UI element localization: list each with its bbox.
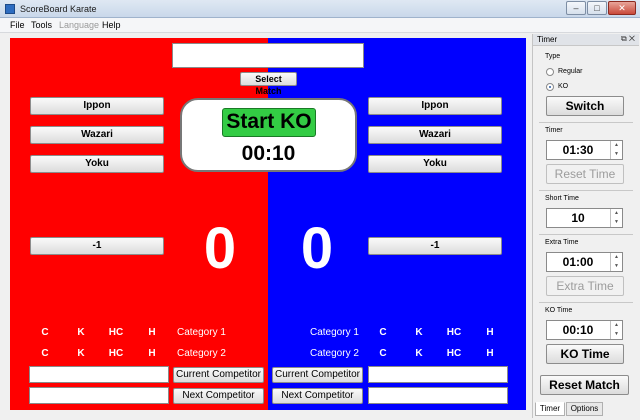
left-wazari-button[interactable]: Wazari [30, 126, 164, 144]
menu-bar: File Tools Language Help [0, 18, 640, 33]
app-icon [5, 4, 15, 14]
left-category-1: Category 1 [177, 327, 226, 338]
menu-help[interactable]: Help [102, 20, 121, 30]
spin-arrows-icon[interactable]: ▲ ▼ [610, 141, 622, 159]
left-penalty-hc-1[interactable]: HC [104, 327, 128, 338]
left-penalty-hc-2[interactable]: HC [104, 348, 128, 359]
left-penalty-c-2[interactable]: C [33, 348, 57, 359]
right-wazari-button[interactable]: Wazari [368, 126, 502, 144]
right-penalty-h-2[interactable]: H [478, 348, 502, 359]
minimize-button[interactable]: – [566, 1, 586, 15]
left-penalty-h-2[interactable]: H [140, 348, 164, 359]
right-penalty-c-2[interactable]: C [371, 348, 395, 359]
ko-time-button[interactable]: KO Time [546, 344, 624, 364]
right-category-2: Category 2 [310, 348, 359, 359]
separator [539, 122, 633, 123]
extra-time-spinbox[interactable]: 01:00 ▲ ▼ [546, 252, 623, 272]
match-name-field[interactable] [172, 43, 364, 68]
scoreboard-arena: Select Match Ippon Wazari Yoku -1 Ippon … [10, 38, 526, 410]
extra-time-value: 01:00 [562, 255, 594, 269]
reset-match-button[interactable]: Reset Match [540, 375, 629, 395]
right-yoku-button[interactable]: Yoku [368, 155, 502, 173]
timer-value: 01:30 [562, 143, 594, 157]
regular-radio-label: Regular [558, 68, 583, 75]
switch-button[interactable]: Switch [546, 96, 624, 116]
ko-time-spinbox[interactable]: 00:10 ▲ ▼ [546, 320, 623, 340]
timer-label: Timer [545, 127, 563, 134]
left-score: 0 [203, 216, 237, 281]
tab-options[interactable]: Options [566, 402, 603, 416]
left-next-competitor-field[interactable] [29, 387, 169, 404]
tab-timer[interactable]: Timer [535, 402, 565, 416]
extra-time-label: Extra Time [545, 239, 579, 246]
right-current-competitor-field[interactable] [368, 366, 508, 383]
short-time-spinbox[interactable]: 10 ▲ ▼ [546, 208, 623, 228]
right-ippon-button[interactable]: Ippon [368, 97, 502, 115]
right-next-competitor-field[interactable] [368, 387, 508, 404]
close-button[interactable]: ✕ [608, 1, 636, 15]
separator [539, 302, 633, 303]
spin-arrows-icon[interactable]: ▲ ▼ [610, 209, 622, 227]
separator [539, 234, 633, 235]
panel-header: Timer ⧉ ✕ [533, 34, 639, 46]
right-penalty-k-1[interactable]: K [407, 327, 431, 338]
menu-file[interactable]: File [10, 20, 25, 30]
left-category-2: Category 2 [177, 348, 226, 359]
timer-display-box: Start KO 00:10 [180, 98, 357, 172]
spin-arrows-icon[interactable]: ▲ ▼ [610, 253, 622, 271]
left-next-competitor-button[interactable]: Next Competitor [173, 388, 264, 404]
left-yoku-button[interactable]: Yoku [30, 155, 164, 173]
right-minus-button[interactable]: -1 [368, 237, 502, 255]
ko-radio-label: KO [558, 83, 569, 90]
start-ko-button[interactable]: Start KO [222, 108, 316, 137]
reset-time-button[interactable]: Reset Time [546, 164, 624, 184]
left-ippon-button[interactable]: Ippon [30, 97, 164, 115]
match-clock: 00:10 [241, 142, 296, 165]
right-category-1: Category 1 [310, 327, 359, 338]
left-current-competitor-field[interactable] [29, 366, 169, 383]
left-current-competitor-button[interactable]: Current Competitor [173, 367, 264, 383]
right-penalty-h-1[interactable]: H [478, 327, 502, 338]
ko-time-label: KO Time [545, 307, 573, 314]
separator [539, 190, 633, 191]
timer-dock-panel: Timer ⧉ ✕ Type Regular KO Switch Timer 0… [532, 34, 639, 418]
extra-time-button[interactable]: Extra Time [546, 276, 624, 296]
window-title: ScoreBoard Karate [20, 4, 97, 14]
timer-spinbox[interactable]: 01:30 ▲ ▼ [546, 140, 623, 160]
panel-float-icon[interactable]: ⧉ ✕ [621, 34, 635, 44]
right-penalty-hc-1[interactable]: HC [442, 327, 466, 338]
right-penalty-c-1[interactable]: C [371, 327, 395, 338]
select-match-button[interactable]: Select Match [240, 72, 297, 96]
right-current-competitor-button[interactable]: Current Competitor [272, 367, 363, 383]
title-bar: ScoreBoard Karate – □ ✕ [0, 0, 640, 18]
ko-radio[interactable] [546, 83, 554, 91]
panel-close-icon[interactable]: ✕ [629, 34, 635, 43]
left-minus-button[interactable]: -1 [30, 237, 164, 255]
short-time-value: 10 [571, 211, 585, 225]
right-score: 0 [300, 216, 334, 281]
type-label: Type [545, 53, 561, 60]
short-time-label: Short Time [545, 195, 579, 202]
left-penalty-c-1[interactable]: C [33, 327, 57, 338]
maximize-button[interactable]: □ [587, 1, 607, 15]
menu-tools[interactable]: Tools [31, 20, 52, 30]
right-penalty-hc-2[interactable]: HC [442, 348, 466, 359]
right-penalty-k-2[interactable]: K [407, 348, 431, 359]
menu-language[interactable]: Language [59, 20, 99, 30]
spin-arrows-icon[interactable]: ▲ ▼ [610, 321, 622, 339]
left-penalty-k-1[interactable]: K [69, 327, 93, 338]
regular-radio[interactable] [546, 68, 554, 76]
panel-title: Timer [537, 35, 558, 44]
right-next-competitor-button[interactable]: Next Competitor [272, 388, 363, 404]
left-penalty-k-2[interactable]: K [69, 348, 93, 359]
left-penalty-h-1[interactable]: H [140, 327, 164, 338]
ko-time-value: 00:10 [562, 323, 594, 337]
